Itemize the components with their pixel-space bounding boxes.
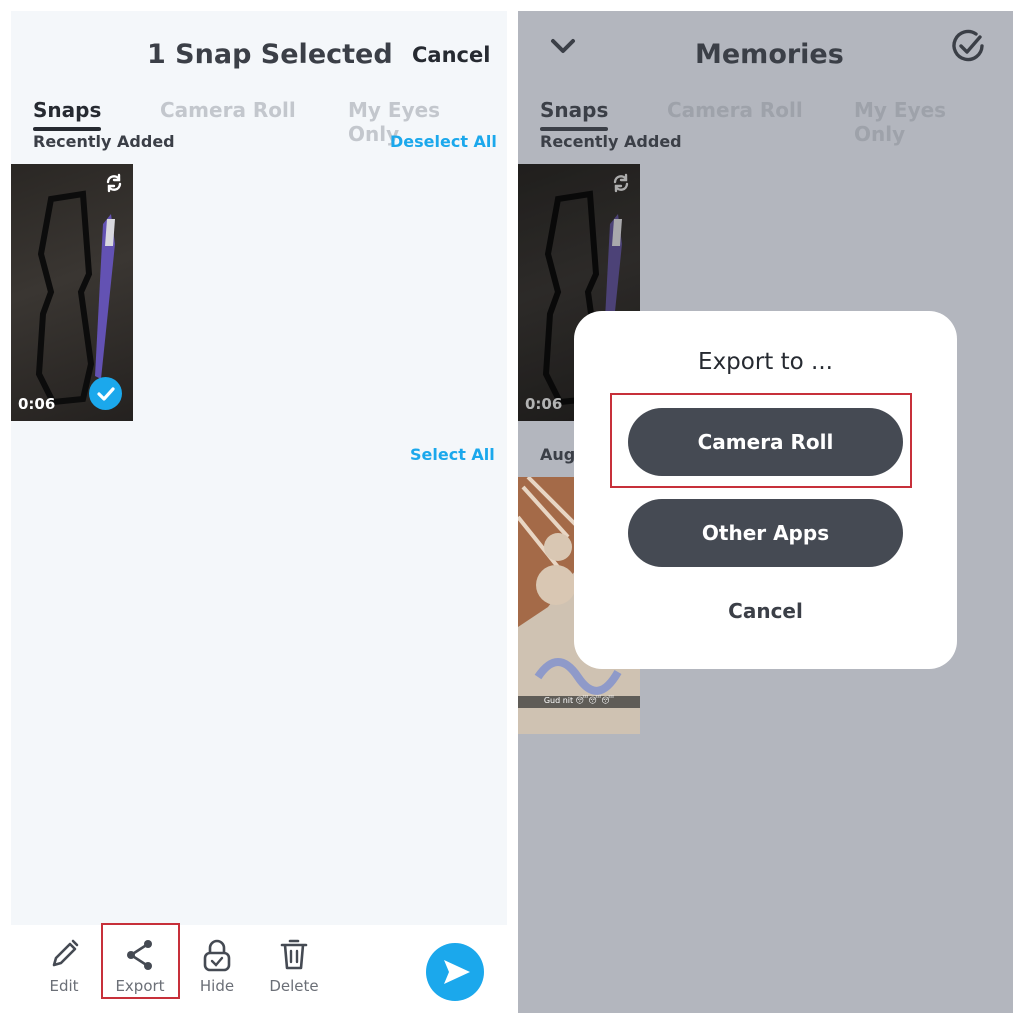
dialog-cancel-button[interactable]: Cancel xyxy=(574,599,957,623)
lock-icon xyxy=(203,939,231,972)
other-apps-button[interactable]: Other Apps xyxy=(628,499,903,567)
select-all-button[interactable]: Select All xyxy=(410,445,495,464)
section-title: Recently Added xyxy=(33,132,175,151)
snap-duration: 0:06 xyxy=(525,395,563,413)
selected-badge[interactable] xyxy=(89,377,122,410)
memories-screen: Memories Snaps Camera Roll My Eyes Only … xyxy=(518,11,1013,1013)
section-title: Recently Added xyxy=(540,132,682,151)
snap-duration: 0:06 xyxy=(18,395,56,413)
section-title-aug: Aug xyxy=(540,445,576,464)
page-title: 1 Snap Selected xyxy=(147,39,393,70)
chevron-down-icon[interactable] xyxy=(550,35,576,57)
tab-snaps[interactable]: Snaps xyxy=(33,98,102,131)
export-highlight-box xyxy=(101,923,180,999)
export-dialog: Export to ... Camera Roll Other Apps Can… xyxy=(574,311,957,669)
edit-button[interactable]: Edit xyxy=(29,937,99,995)
pencil-icon xyxy=(52,939,79,967)
check-circle-icon[interactable] xyxy=(949,27,987,65)
snap-thumbnail[interactable]: 0:06 xyxy=(11,164,133,421)
hide-label: Hide xyxy=(199,977,235,995)
delete-label: Delete xyxy=(269,977,319,995)
deselect-all-button[interactable]: Deselect All xyxy=(390,132,497,151)
bottom-toolbar: Edit Export Hide Delete xyxy=(11,923,507,1013)
camera-roll-highlight-box xyxy=(610,393,912,488)
snap-selection-screen: 1 Snap Selected Cancel Snaps Camera Roll… xyxy=(11,11,507,1013)
snap-caption: Gud nit 😴😴😴 xyxy=(543,696,615,705)
edit-label: Edit xyxy=(49,977,79,995)
trash-icon xyxy=(280,939,308,970)
page-title: Memories xyxy=(695,39,844,70)
delete-button[interactable]: Delete xyxy=(259,937,329,995)
send-arrow-icon xyxy=(444,960,470,984)
dialog-title: Export to ... xyxy=(698,349,833,375)
tab-camera-roll[interactable]: Camera Roll xyxy=(160,98,296,122)
hide-button[interactable]: Hide xyxy=(182,937,252,995)
tab-my-eyes-only[interactable]: My Eyes Only xyxy=(854,98,991,146)
send-button[interactable] xyxy=(426,943,484,1001)
refresh-icon xyxy=(613,173,629,193)
refresh-icon xyxy=(106,173,122,193)
checkmark-icon xyxy=(97,387,115,401)
cancel-button[interactable]: Cancel xyxy=(412,43,490,67)
tab-camera-roll[interactable]: Camera Roll xyxy=(667,98,803,122)
tab-snaps[interactable]: Snaps xyxy=(540,98,609,131)
